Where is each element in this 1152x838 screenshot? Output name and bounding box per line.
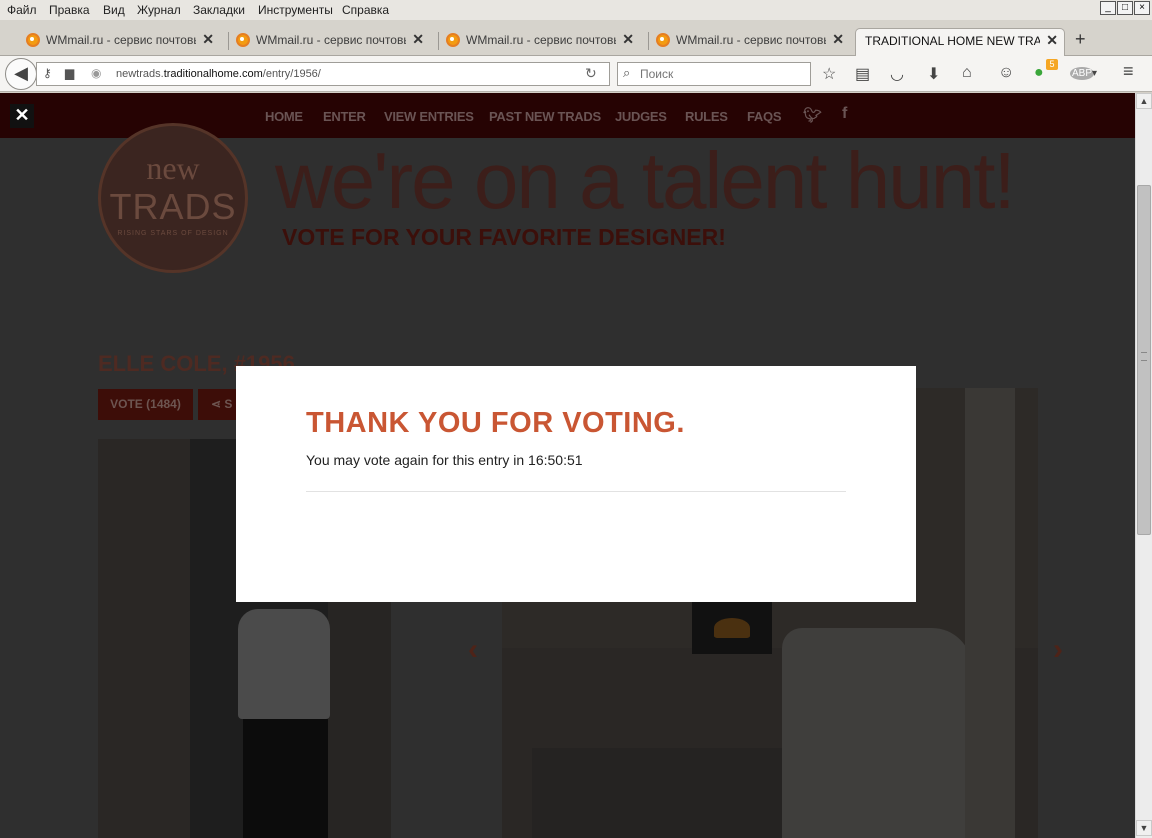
share-icon: ⋖: [211, 397, 225, 411]
url-text[interactable]: newtrads.traditionalhome.com/entry/1956/: [116, 68, 321, 80]
menu-file[interactable]: Файл: [7, 3, 37, 17]
scrollbar-thumb[interactable]: [1137, 185, 1151, 535]
navigation-bar: ◀ ⚷ ▆ ◉ newtrads.traditionalhome.com/ent…: [0, 56, 1152, 92]
tab-wmmail-4[interactable]: WMmail.ru - сервис почтовы... ✕: [648, 28, 850, 54]
nav-home[interactable]: HOME: [265, 109, 303, 124]
notification-badge: 5: [1046, 59, 1058, 70]
vote-button[interactable]: VOTE (1484): [98, 389, 193, 420]
back-button[interactable]: ◀: [5, 58, 37, 90]
nav-past-new-trads[interactable]: PAST NEW TRADS: [489, 109, 601, 124]
nav-judges[interactable]: JUDGES: [615, 109, 667, 124]
key-icon[interactable]: ⚷: [43, 66, 52, 80]
hamburger-menu-icon[interactable]: ≡: [1123, 61, 1134, 82]
nav-faqs[interactable]: FAQS: [747, 109, 782, 124]
scroll-up-icon[interactable]: ▲: [1136, 93, 1152, 109]
tab-close-icon[interactable]: ✕: [412, 31, 424, 48]
globe-icon[interactable]: ◉: [91, 66, 101, 80]
tab-close-icon[interactable]: ✕: [622, 31, 634, 48]
vote-confirmation-modal: THANK YOU FOR VOTING. You may vote again…: [236, 366, 916, 602]
modal-title: THANK YOU FOR VOTING.: [306, 407, 685, 439]
pocket-icon[interactable]: ◡: [890, 64, 904, 84]
nav-view-entries[interactable]: VIEW ENTRIES: [384, 109, 474, 124]
share-button[interactable]: ⋖ S: [198, 389, 238, 420]
menu-history[interactable]: Журнал: [137, 3, 181, 17]
headline: we're on a talent hunt!: [275, 136, 1016, 225]
plugin-icon[interactable]: ▆: [65, 66, 74, 80]
tab-close-icon[interactable]: ✕: [1046, 32, 1058, 49]
bookmark-star-icon[interactable]: ☆: [822, 64, 836, 84]
menu-edit[interactable]: Правка: [49, 3, 90, 17]
vertical-scrollbar[interactable]: ▲ ▼: [1135, 93, 1152, 838]
new-trads-logo: new TRADS RISING STARS OF DESIGN: [98, 123, 248, 273]
modal-divider: [306, 491, 846, 492]
facebook-icon[interactable]: f: [842, 105, 847, 123]
grammarly-icon[interactable]: ●: [1034, 64, 1044, 82]
download-icon[interactable]: ⬇: [927, 64, 940, 84]
twitter-icon[interactable]: 🐦︎: [803, 106, 822, 124]
reload-icon[interactable]: ↻: [585, 65, 597, 82]
menu-bar: Файл Правка Вид Журнал Закладки Инструме…: [0, 0, 1152, 20]
home-icon[interactable]: ⌂: [962, 64, 972, 82]
page-viewport: HOME ENTER VIEW ENTRIES PAST NEW TRADS J…: [0, 93, 1135, 838]
menu-view[interactable]: Вид: [103, 3, 125, 17]
nav-enter[interactable]: ENTER: [323, 109, 366, 124]
address-bar[interactable]: ⚷ ▆ ◉ newtrads.traditionalhome.com/entry…: [36, 62, 610, 86]
tab-title: WMmail.ru - сервис почтовы...: [466, 33, 616, 47]
nav-rules[interactable]: RULES: [685, 109, 728, 124]
modal-message: You may vote again for this entry in 16:…: [306, 452, 583, 468]
menu-bookmarks[interactable]: Закладки: [193, 3, 245, 17]
browser-window: Файл Правка Вид Журнал Закладки Инструме…: [0, 0, 1152, 838]
tab-wmmail-1[interactable]: WMmail.ru - сервис почтовы... ✕: [20, 28, 220, 54]
subheadline: VOTE FOR YOUR FAVORITE DESIGNER!: [282, 224, 726, 250]
tab-strip: WMmail.ru - сервис почтовы... ✕ WMmail.r…: [0, 20, 1152, 57]
tab-title: WMmail.ru - сервис почтовы...: [46, 33, 196, 47]
menu-help[interactable]: Справка: [342, 3, 389, 17]
search-input[interactable]: [640, 66, 805, 82]
wmmail-favicon-icon: [446, 33, 460, 47]
menu-tools[interactable]: Инструменты: [258, 3, 333, 17]
wmmail-favicon-icon: [656, 33, 670, 47]
close-window-button[interactable]: ×: [1134, 1, 1150, 15]
tab-close-icon[interactable]: ✕: [202, 31, 214, 48]
wmmail-favicon-icon: [236, 33, 250, 47]
close-modal-button[interactable]: ✕: [10, 104, 34, 128]
tab-title: WMmail.ru - сервис почтовы...: [676, 33, 826, 47]
gallery-prev-icon[interactable]: ‹: [468, 633, 478, 667]
adblock-icon[interactable]: ABP: [1070, 67, 1095, 80]
search-icon: ⌕: [623, 65, 631, 80]
tab-close-icon[interactable]: ✕: [832, 31, 844, 48]
minimize-button[interactable]: _: [1100, 1, 1116, 15]
tab-wmmail-3[interactable]: WMmail.ru - сервис почтовы... ✕: [438, 28, 640, 54]
gallery-next-icon[interactable]: ›: [1053, 633, 1063, 667]
tab-title: TRADITIONAL HOME NEW TRADS: [865, 34, 1040, 48]
tab-wmmail-2[interactable]: WMmail.ru - сервис почтовы... ✕: [228, 28, 430, 54]
chevron-down-icon[interactable]: ▾: [1092, 68, 1097, 79]
new-tab-button[interactable]: +: [1075, 29, 1086, 50]
reading-list-icon[interactable]: ▤: [855, 64, 870, 84]
tab-title: WMmail.ru - сервис почтовы...: [256, 33, 406, 47]
search-box[interactable]: ⌕: [617, 62, 811, 86]
wmmail-favicon-icon: [26, 33, 40, 47]
chat-icon[interactable]: ☺: [998, 64, 1014, 82]
tab-traditional-home[interactable]: TRADITIONAL HOME NEW TRADS ✕: [855, 28, 1065, 57]
maximize-button[interactable]: □: [1117, 1, 1133, 15]
scroll-down-icon[interactable]: ▼: [1136, 820, 1152, 836]
